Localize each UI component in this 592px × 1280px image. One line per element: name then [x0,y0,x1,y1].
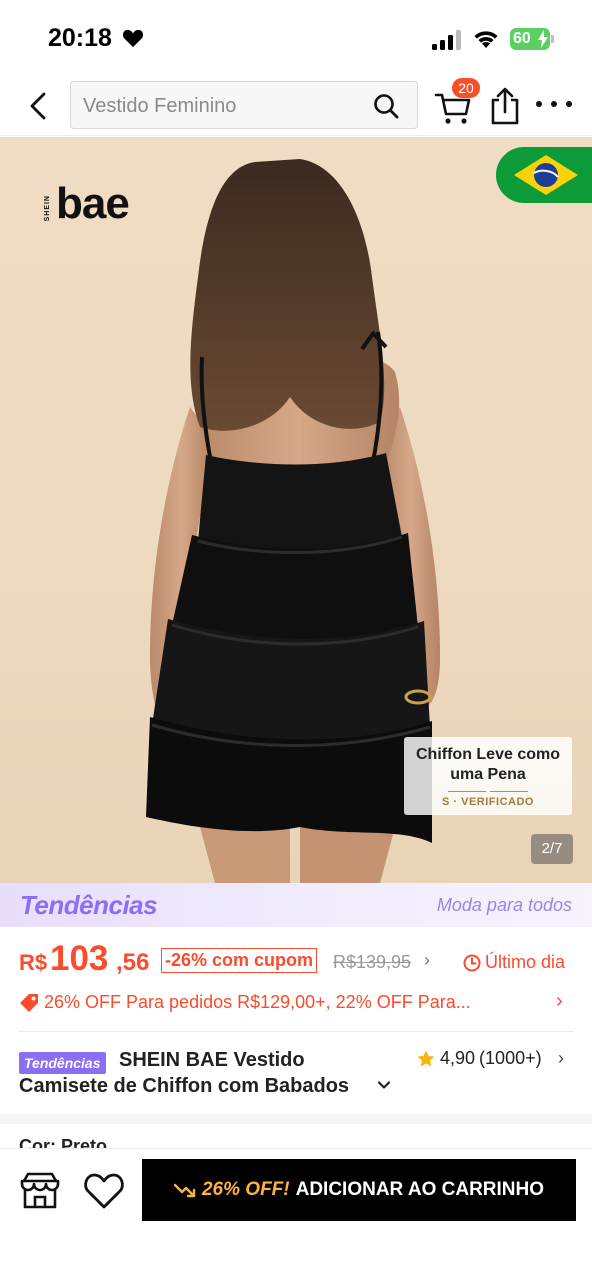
add-to-cart-button[interactable]: 26% OFF! ADICIONAR AO CARRINHO [142,1159,576,1221]
cart-count-badge: 20 [452,78,480,98]
bottom-action-bar: 26% OFF! ADICIONAR AO CARRINHO [0,1148,592,1280]
deadline-text: Último dia [485,952,566,972]
divider [18,1031,574,1032]
product-title-line2: Camisete de Chiffon com Babados [19,1075,350,1097]
battery-icon: 60 [510,28,550,50]
price-currency: R$ [19,950,48,975]
image-counter: 2/7 [531,834,573,864]
trend-arrow-icon [173,1183,196,1198]
trends-banner[interactable]: Tendências Moda para todos [0,883,592,927]
heart-icon [122,28,144,53]
more-options-button[interactable] [536,92,572,116]
status-time: 20:18 [48,24,112,52]
product-title-line1: SHEIN BAE Vestido [119,1049,305,1071]
badge-divider [448,791,486,792]
price-decimals: ,56 [116,949,150,976]
chevron-down-icon[interactable] [376,1077,392,1098]
clock-icon [463,954,481,971]
rating-value: 4,90 [440,1048,476,1068]
brand-logo-small: SHEIN [44,195,51,222]
store-button[interactable] [18,1169,62,1213]
top-navigation-bar: Vestido Feminino 20 [0,76,592,136]
search-input[interactable]: Vestido Feminino [70,81,418,129]
share-icon [491,87,519,125]
rating-count: (1000+) [479,1048,542,1068]
deadline-label: Último dia [463,952,565,973]
trends-tag: Tendências [19,1052,106,1074]
wifi-icon [472,27,500,54]
feature-badge-title: Chiffon Leve como uma Pena [415,746,560,783]
more-icon-dot [551,101,557,107]
brand-logo-text: bae [56,179,130,228]
battery-level: 60 [513,30,531,47]
back-arrow-icon [30,92,46,120]
search-query-text: Vestido Feminino [83,95,237,117]
price-row: R$ 103 ,56 -26% com cupom R$139,95 › Últ… [0,939,592,984]
more-icon-dot [566,101,572,107]
chevron-right-icon[interactable]: › [558,1048,564,1069]
status-bar: 20:18 60 [0,0,592,76]
feature-badge: Chiffon Leve como uma Pena S · VERIFICAD… [404,737,572,815]
product-image-carousel[interactable]: SHEIN bae Chiffon Leve como uma Pena S ·… [0,137,592,883]
promotion-row[interactable]: 26% OFF Para pedidos R$129,00+, 22% OFF … [0,988,592,1020]
signal-icon [432,30,464,50]
share-button[interactable] [488,86,522,126]
chevron-right-icon[interactable]: › [424,950,430,971]
feature-badge-verified: S · VERIFICADO [442,796,534,808]
promotion-text: 26% OFF Para pedidos R$129,00+, 22% OFF … [44,992,471,1012]
star-icon [417,1050,435,1067]
trends-logo: Tendências [20,890,158,920]
product-rating[interactable]: 4,90 (1000+) [416,1048,542,1069]
section-separator [0,1114,592,1124]
badge-divider [490,791,528,792]
wishlist-button[interactable] [82,1169,126,1213]
chevron-right-icon[interactable]: › [556,990,563,1013]
original-price[interactable]: R$139,95 [333,952,411,973]
coupon-discount-tag: -26% com cupom [161,948,318,973]
back-button[interactable] [20,86,56,126]
wishlist-heart-icon [84,1173,124,1209]
store-icon [20,1172,60,1209]
battery-tip [551,35,554,43]
search-icon[interactable] [373,93,399,124]
tag-icon [18,992,40,1019]
more-icon-dot [536,101,542,107]
cta-discount: 26% OFF! [201,1179,290,1200]
product-title-row: Tendências SHEIN BAE Vestido Camisete de… [0,1047,592,1107]
cta-label: ADICIONAR AO CARRINHO [295,1179,545,1200]
brazil-flag-icon [496,147,592,203]
price-integer: 103 [50,939,109,978]
trends-tagline: Moda para todos [436,895,572,915]
